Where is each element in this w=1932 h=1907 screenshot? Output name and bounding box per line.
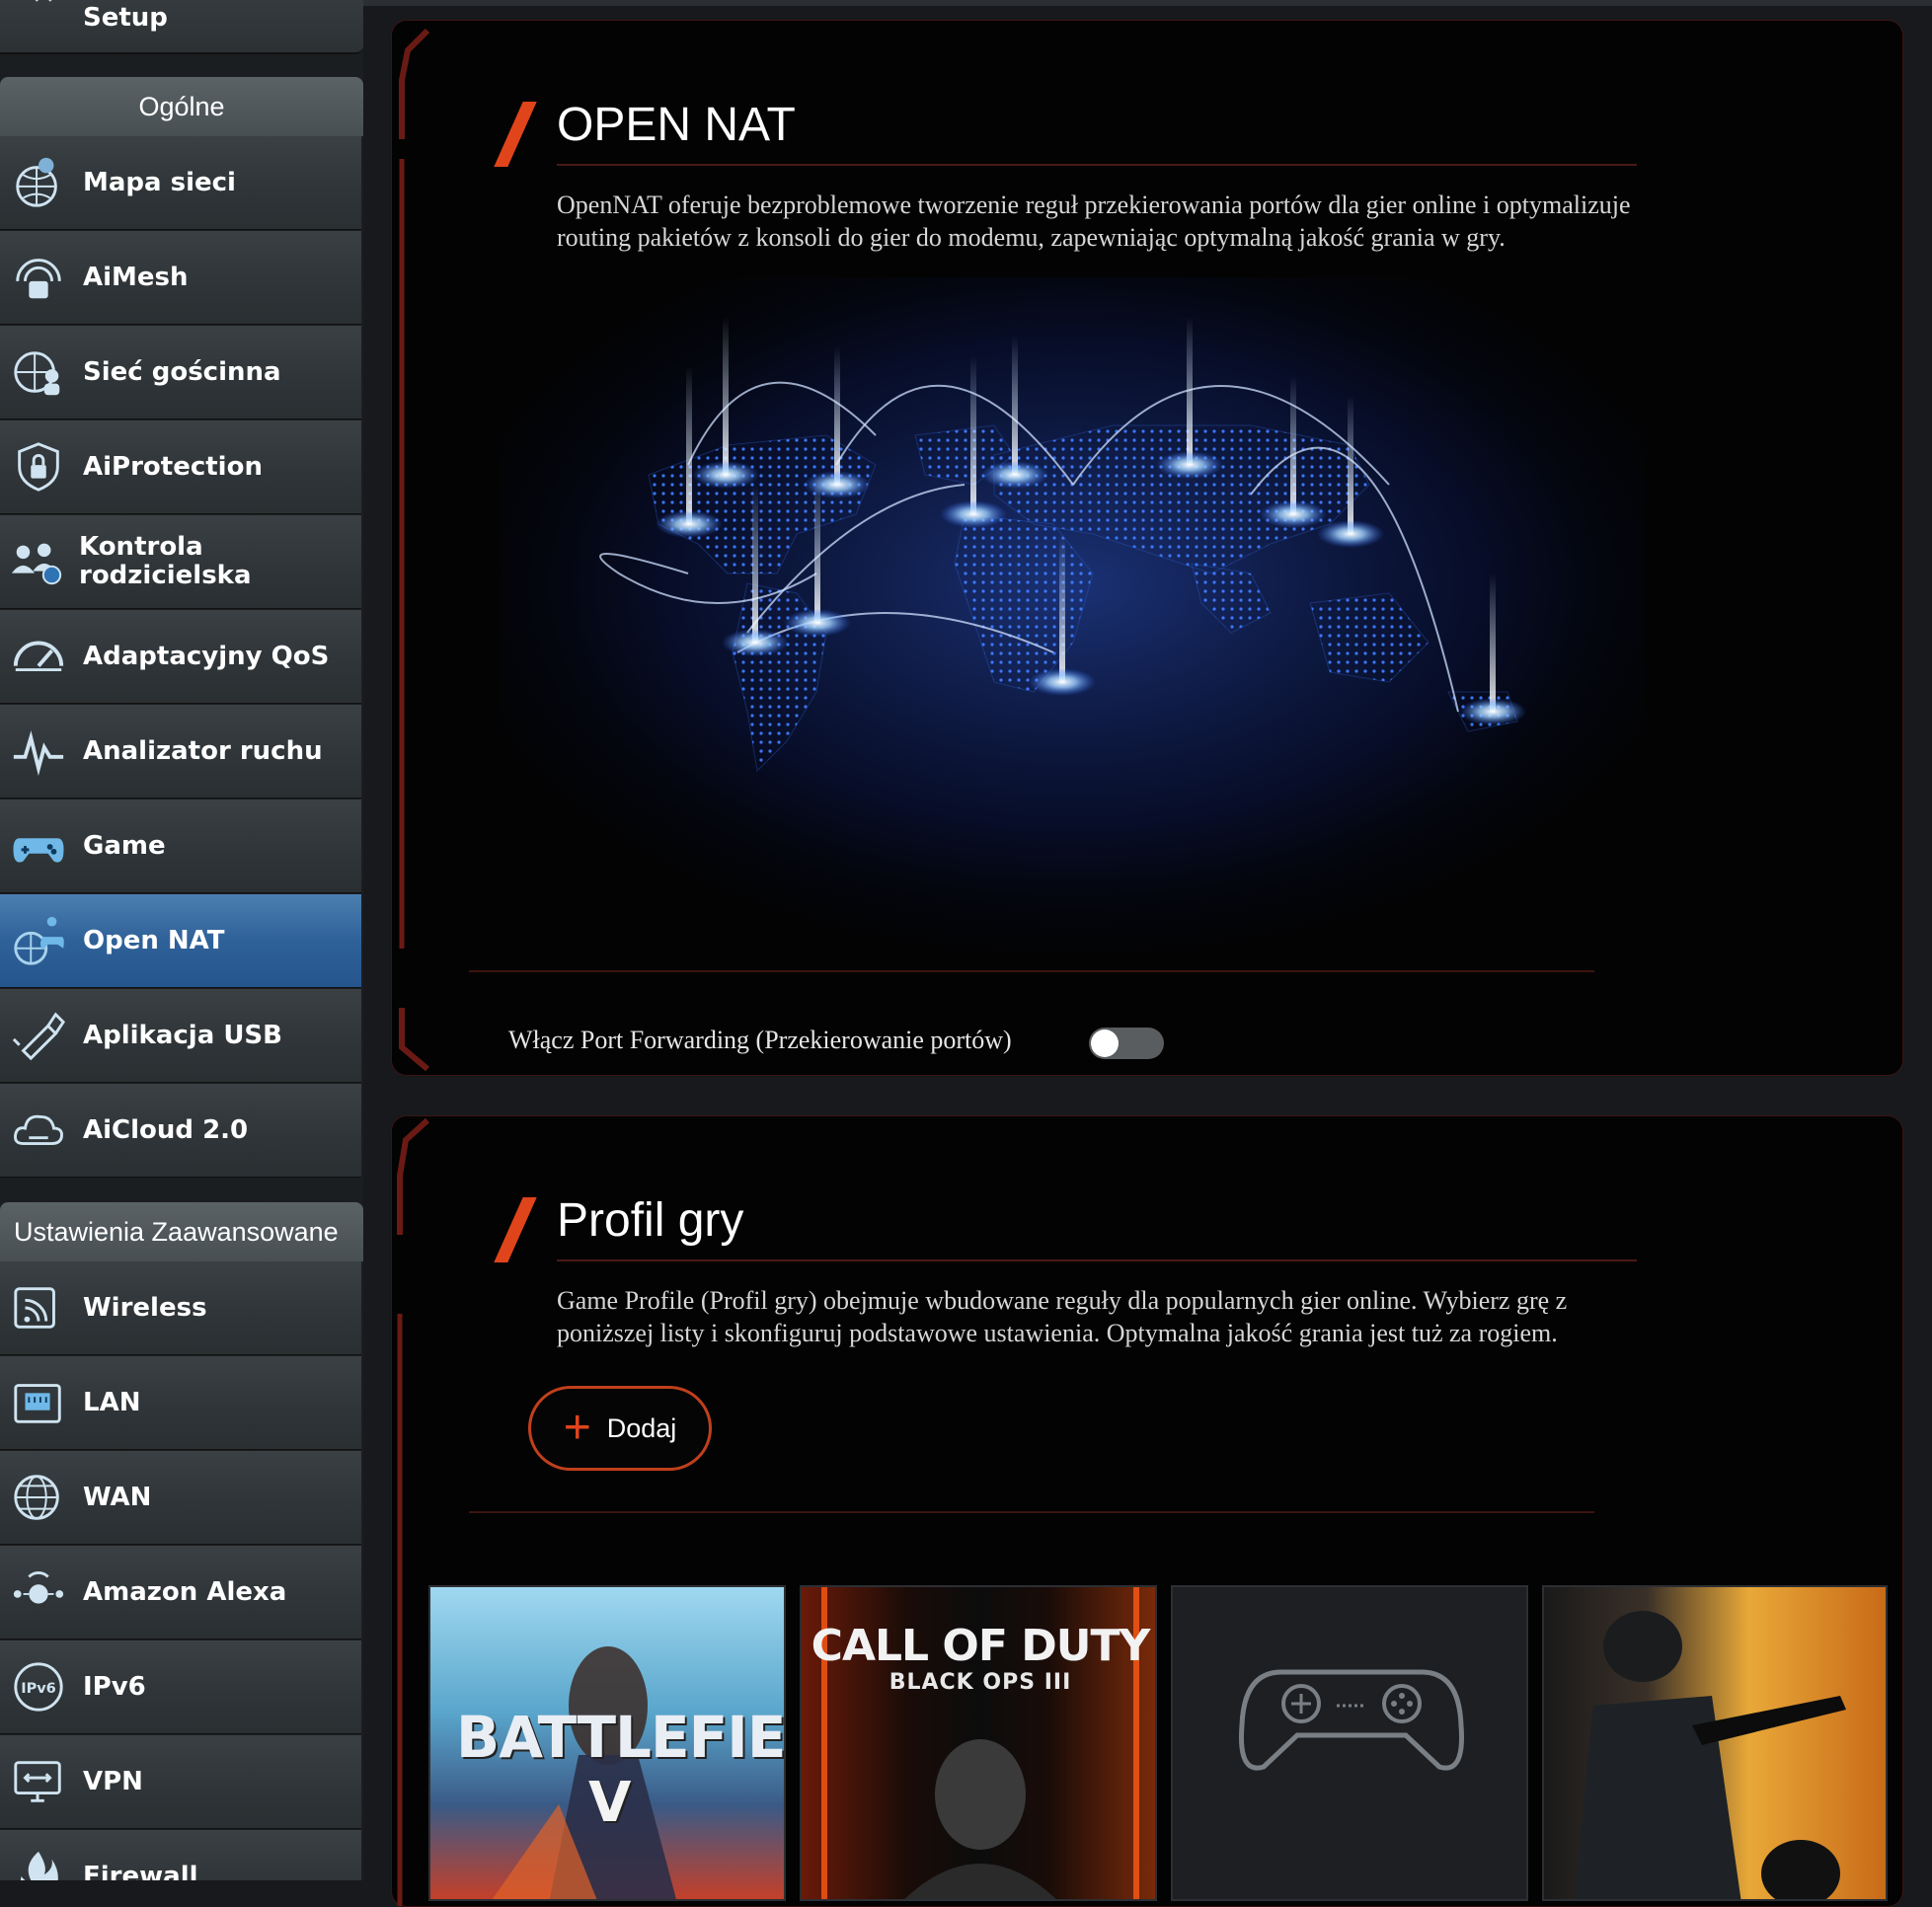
sidebar-item-label: LAN [83,1387,141,1417]
card-frame-decoration [399,28,430,1072]
lan-icon [8,1372,69,1433]
sidebar-item-label: Sieć gościnna [83,356,281,387]
add-button-label: Dodaj [606,1412,677,1443]
sidebar-item-lan[interactable]: LAN [0,1356,361,1450]
add-game-button[interactable]: + Dodaj [528,1386,712,1471]
sidebar-item-label: IPv6 [83,1671,146,1702]
title-accent [494,1197,537,1262]
svg-text:IPv6: IPv6 [21,1681,56,1697]
wrench-icon [8,0,69,33]
sidebar-item-label: Aplikacja USB [83,1020,282,1050]
sidebar-item-label: VPN [83,1766,143,1796]
usb-icon [8,1005,69,1066]
shield-lock-icon [8,436,69,497]
wireless-icon [8,1277,69,1338]
ipv6-icon: IPv6 [8,1656,69,1717]
sidebar-item-vpn[interactable]: VPN [0,1735,361,1829]
sidebar-item-traffic-analyzer[interactable]: Analizator ruchu [0,705,361,799]
sidebar-item-aiprotection[interactable]: AiProtection [0,420,361,514]
aimesh-icon [8,247,69,308]
sidebar-item-label: AiCloud 2.0 [83,1114,249,1145]
sidebar-item-label: Wireless [83,1292,207,1323]
sidebar-item-guest-network[interactable]: Sieć gościnna [0,326,361,420]
open-nat-description: OpenNAT oferuje bezproblemowe tworzenie … [557,191,1631,252]
sidebar: Setup Ogólne Mapa sieci AiMesh Sieć gośc… [0,0,363,1880]
open-nat-card: OPEN NAT OpenNAT oferuje bezproblemowe t… [391,20,1903,1076]
game-tile-generic[interactable] [1171,1585,1528,1901]
main-content: OPEN NAT OpenNAT oferuje bezproblemowe t… [363,0,1932,1907]
sidebar-item-label: Firewall [83,1861,198,1880]
top-strip [363,0,1932,6]
sidebar-item-amazon-alexa[interactable]: Amazon Alexa [0,1546,361,1640]
sidebar-item-wireless[interactable]: Wireless [0,1261,361,1355]
game-tile-battlefield[interactable]: BATTLEFIELD V [428,1585,786,1901]
plus-icon: + [563,1402,591,1454]
sidebar-item-label: Amazon Alexa [83,1576,287,1607]
game-profile-description: Game Profile (Profil gry) obejmuje wbudo… [557,1286,1568,1347]
globe-icon [8,1467,69,1528]
title-divider [557,1259,1637,1261]
sidebar-item-label: Kontrola rodzicielska [79,532,252,590]
sidebar-item-label: Open NAT [83,925,225,955]
section-divider [469,1511,1594,1513]
sidebar-item-ipv6[interactable]: IPv6 IPv6 [0,1640,361,1734]
sidebar-item-label: Analizator ruchu [83,735,323,766]
game-tile-counter-strike[interactable] [1542,1585,1888,1901]
traffic-analyzer-icon [8,721,69,782]
guest-network-icon [8,342,69,403]
open-nat-icon [8,910,69,971]
sidebar-item-aimesh[interactable]: AiMesh [0,231,361,325]
sidebar-item-label: Adaptacyjny QoS [83,641,330,671]
port-forwarding-label: Włącz Port Forwarding (Przekierowanie po… [508,1026,1012,1054]
gamepad-icon [1238,1669,1465,1771]
game-title-sub: V [588,1771,632,1835]
sidebar-item-label: AiMesh [83,262,189,292]
speedometer-icon [8,626,69,687]
firewall-icon [8,1846,69,1880]
sidebar-item-open-nat[interactable]: Open NAT [0,894,361,988]
title-divider [557,164,1637,166]
game-title: BATTLEFIELD [456,1704,786,1771]
alexa-icon [8,1562,69,1623]
sidebar-item-setup[interactable]: Setup [0,0,363,54]
game-tile-call-of-duty[interactable]: CALL OF DUTY BLACK OPS III [800,1585,1157,1901]
open-nat-title: OPEN NAT [557,99,796,151]
toggle-knob [1091,1030,1119,1057]
gamepad-icon [8,815,69,877]
network-map-icon [8,152,69,213]
sidebar-item-firewall[interactable]: Firewall [0,1830,361,1880]
section-header-general: Ogólne [0,77,363,136]
sidebar-item-label: WAN [83,1482,152,1512]
game-title: CALL OF DUTY [811,1621,1151,1671]
parental-control-icon [8,531,65,592]
sidebar-item-parental-control[interactable]: Kontrola rodzicielska [0,515,361,609]
section-header-advanced: Ustawienia Zaawansowane [0,1202,363,1261]
vpn-icon [8,1751,69,1812]
game-profile-title: Profil gry [557,1194,744,1247]
sidebar-item-adaptive-qos[interactable]: Adaptacyjny QoS [0,610,361,704]
port-forwarding-toggle[interactable] [1089,1028,1164,1059]
sidebar-item-label: Mapa sieci [83,167,236,197]
game-title-sub: BLACK OPS III [889,1670,1072,1695]
game-cover-art [1574,1611,1846,1899]
sidebar-item-usb-application[interactable]: Aplikacja USB [0,989,361,1083]
sidebar-item-label: AiProtection [83,451,263,482]
sidebar-item-label: Setup [83,3,168,33]
cloud-icon [8,1100,69,1161]
sidebar-item-label: Game [83,830,166,861]
title-accent [494,102,537,167]
world-network-illustration [501,277,1646,958]
sidebar-item-wan[interactable]: WAN [0,1451,361,1545]
section-divider [469,970,1594,972]
sidebar-item-aicloud[interactable]: AiCloud 2.0 [0,1084,361,1178]
sidebar-item-network-map[interactable]: Mapa sieci [0,136,361,230]
sidebar-item-game[interactable]: Game [0,800,361,893]
